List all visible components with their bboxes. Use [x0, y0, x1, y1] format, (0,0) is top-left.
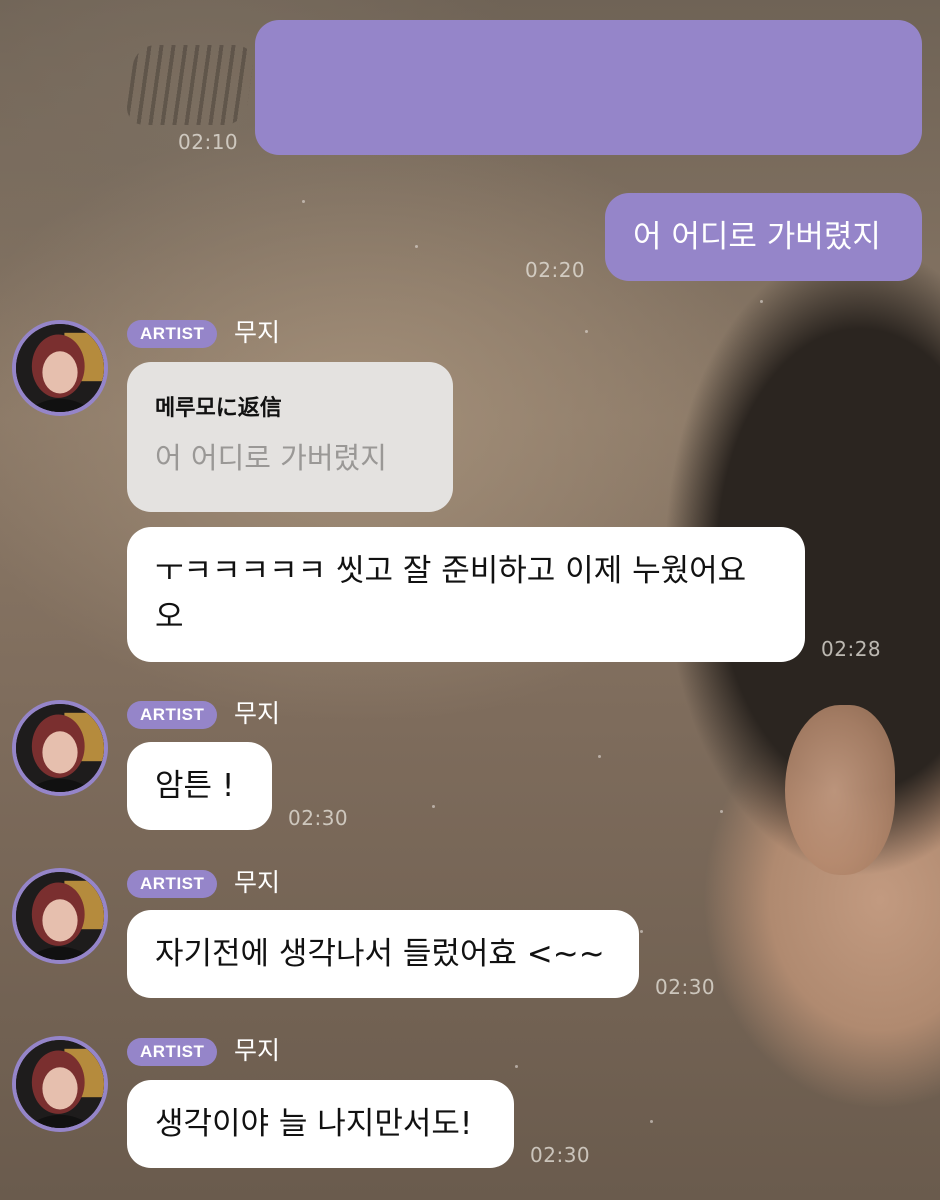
incoming-message-bubble[interactable]: ㅜㅋㅋㅋㅋㅋ 씻고 잘 준비하고 이제 누웠어요 오	[127, 527, 805, 662]
background-speck	[415, 245, 418, 248]
background-speck	[650, 1120, 653, 1123]
background-speck	[302, 200, 305, 203]
background-speck	[640, 930, 643, 933]
message-timestamp: 02:28	[821, 637, 882, 661]
incoming-message-bubble[interactable]: 자기전에 생각나서 들렀어효 <~~	[127, 910, 639, 998]
message-timestamp: 02:30	[655, 975, 716, 999]
message-timestamp: 02:30	[530, 1143, 591, 1167]
artist-badge: ARTIST	[127, 1038, 218, 1066]
artist-badge: ARTIST	[127, 701, 218, 729]
background-vent-shape	[124, 45, 256, 125]
artist-avatar[interactable]	[12, 868, 108, 964]
background-ear-shape	[785, 705, 895, 875]
outgoing-message-bubble[interactable]: 어 어디로 가버렸지	[605, 193, 922, 281]
outgoing-message-bubble[interactable]	[255, 20, 922, 155]
incoming-message-bubble[interactable]: 생각이야 늘 나지만서도!	[127, 1080, 514, 1168]
reply-quote[interactable]: 메루모に返信 어 어디로 가버렸지	[127, 362, 453, 512]
background-speck	[515, 1065, 518, 1068]
artist-avatar[interactable]	[12, 700, 108, 796]
sender-name: 무지	[234, 1036, 281, 1065]
sender-name: 무지	[234, 318, 281, 347]
reply-quote-title: 메루모に返信	[155, 396, 282, 421]
artist-avatar-image	[16, 704, 104, 792]
artist-avatar[interactable]	[12, 1036, 108, 1132]
background-speck	[585, 330, 588, 333]
incoming-message-bubble[interactable]: 암튼 !	[127, 742, 272, 830]
sender-name: 무지	[234, 699, 281, 728]
background-speck	[598, 755, 601, 758]
sender-name: 무지	[234, 868, 281, 897]
artist-badge: ARTIST	[127, 320, 218, 348]
artist-avatar[interactable]	[12, 320, 108, 416]
artist-avatar-image	[16, 872, 104, 960]
artist-badge: ARTIST	[127, 870, 218, 898]
message-text-line: 오	[155, 599, 184, 635]
message-timestamp: 02:30	[288, 806, 349, 830]
background-speck	[760, 300, 763, 303]
artist-avatar-image	[16, 1040, 104, 1128]
message-timestamp: 02:20	[525, 258, 586, 282]
background-speck	[432, 805, 435, 808]
message-text-line: ㅜㅋㅋㅋㅋㅋ 씻고 잘 준비하고 이제 누웠어요	[155, 553, 747, 589]
message-timestamp: 02:10	[178, 130, 239, 154]
artist-avatar-image	[16, 324, 104, 412]
background-speck	[720, 810, 723, 813]
reply-quote-text: 어 어디로 가버렸지	[155, 441, 387, 475]
